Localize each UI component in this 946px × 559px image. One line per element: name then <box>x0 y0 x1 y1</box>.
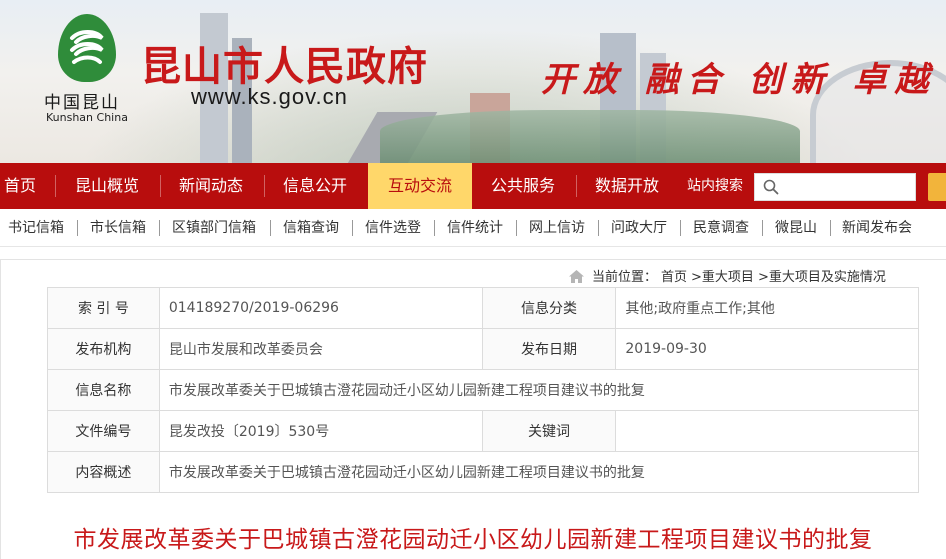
table-row: 索 引 号 014189270/2019-06296 信息分类 其他;政府重点工… <box>47 287 919 329</box>
category-value: 其他;政府重点工作;其他 <box>615 287 919 329</box>
search-icon[interactable] <box>763 179 779 195</box>
nav-divider <box>576 175 577 197</box>
nav-item-home[interactable]: 首页 <box>0 163 40 209</box>
index-value: 014189270/2019-06296 <box>158 287 483 329</box>
subnav-divider <box>598 220 599 236</box>
sub-nav: 书记信箱 市长信箱 区镇部门信箱 信箱查询 信件选登 信件统计 网上信访 问政大… <box>0 209 946 247</box>
subnav-item-mail-query[interactable]: 信箱查询 <box>283 209 339 247</box>
subnav-divider <box>830 220 831 236</box>
site-banner: 中国昆山 Kunshan China 昆山市人民政府 www.ks.gov.cn… <box>0 0 946 163</box>
nav-divider <box>55 175 56 197</box>
subnav-divider <box>516 220 517 236</box>
breadcrumb: 当前位置： 首页 >重大项目 >重大项目及实施情况 <box>569 266 890 285</box>
name-label: 信息名称 <box>47 369 160 411</box>
subnav-divider <box>77 220 78 236</box>
subnav-divider <box>680 220 681 236</box>
date-value: 2019-09-30 <box>615 328 919 370</box>
site-url: www.ks.gov.cn <box>191 84 348 109</box>
publisher-label: 发布机构 <box>47 328 160 370</box>
publisher-value: 昆山市发展和改革委员会 <box>158 328 483 370</box>
document-title: 市发展改革委关于巴城镇古澄花园动迁小区幼儿园新建工程项目建议书的批复 <box>73 527 873 553</box>
subnav-item-mayor-mailbox[interactable]: 市长信箱 <box>90 209 146 247</box>
subnav-item-letter-stats[interactable]: 信件统计 <box>447 209 503 247</box>
breadcrumb-prefix: 当前位置： <box>592 270 658 285</box>
nav-item-overview[interactable]: 昆山概览 <box>62 163 152 209</box>
summary-value: 市发展改革委关于巴城镇古澄花园动迁小区幼儿园新建工程项目建议书的批复 <box>158 451 920 493</box>
docno-label: 文件编号 <box>47 410 160 452</box>
subnav-item-selected-letters[interactable]: 信件选登 <box>365 209 421 247</box>
category-label: 信息分类 <box>481 287 617 329</box>
search-label: 站内搜索 <box>687 178 743 194</box>
subnav-divider <box>159 220 160 236</box>
subnav-item-district-mailbox[interactable]: 区镇部门信箱 <box>172 209 256 247</box>
nav-item-info-disclosure[interactable]: 信息公开 <box>270 163 360 209</box>
nav-item-interaction[interactable]: 互动交流 <box>368 163 472 209</box>
table-row: 发布机构 昆山市发展和改革委员会 发布日期 2019-09-30 <box>47 328 919 370</box>
table-row: 文件编号 昆发改投〔2019〕530号 关键词 <box>47 410 919 452</box>
search-button[interactable] <box>928 173 946 201</box>
nav-divider <box>264 175 265 197</box>
docno-value: 昆发改投〔2019〕530号 <box>158 410 483 452</box>
subnav-divider <box>762 220 763 236</box>
subnav-item-opinion-survey[interactable]: 民意调查 <box>693 209 749 247</box>
logo-english-text: Kunshan China <box>46 111 128 124</box>
search-input-wrapper[interactable] <box>754 173 916 201</box>
logo-swirl-icon <box>70 30 104 64</box>
subnav-item-secretary-mailbox[interactable]: 书记信箱 <box>8 209 64 247</box>
date-label: 发布日期 <box>481 328 617 370</box>
breadcrumb-major-projects[interactable]: >重大项目 <box>691 270 754 285</box>
banner-plaza <box>380 110 800 163</box>
subnav-divider <box>352 220 353 236</box>
nav-item-public-service[interactable]: 公共服务 <box>478 163 568 209</box>
search-input[interactable] <box>785 176 911 198</box>
keywords-value <box>615 410 919 452</box>
logo-chinese-text: 中国昆山 <box>44 93 120 113</box>
summary-label: 内容概述 <box>47 451 160 493</box>
table-row: 信息名称 市发展改革委关于巴城镇古澄花园动迁小区幼儿园新建工程项目建议书的批复 <box>47 369 920 411</box>
subnav-item-press-conference[interactable]: 新闻发布会 <box>842 209 912 247</box>
subnav-item-micro-kunshan[interactable]: 微昆山 <box>775 209 817 247</box>
breadcrumb-home[interactable]: 首页 <box>661 270 687 285</box>
site-slogan: 开放 融合 创新 卓越 <box>541 60 937 100</box>
subnav-divider <box>270 220 271 236</box>
nav-divider <box>160 175 161 197</box>
keywords-label: 关键词 <box>481 410 617 452</box>
subnav-divider <box>434 220 435 236</box>
home-icon <box>569 270 584 283</box>
document-info-table: 索 引 号 014189270/2019-06296 信息分类 其他;政府重点工… <box>47 287 920 493</box>
nav-item-open-data[interactable]: 数据开放 <box>582 163 672 209</box>
table-row: 内容概述 市发展改革委关于巴城镇古澄花园动迁小区幼儿园新建工程项目建议书的批复 <box>47 451 920 493</box>
index-label: 索 引 号 <box>47 287 160 329</box>
nav-item-news[interactable]: 新闻动态 <box>166 163 256 209</box>
subnav-item-inquiry-hall[interactable]: 问政大厅 <box>611 209 667 247</box>
breadcrumb-major-projects-progress[interactable]: >重大项目及实施情况 <box>758 270 886 285</box>
subnav-item-online-petition[interactable]: 网上信访 <box>529 209 585 247</box>
name-value: 市发展改革委关于巴城镇古澄花园动迁小区幼儿园新建工程项目建议书的批复 <box>158 369 920 411</box>
